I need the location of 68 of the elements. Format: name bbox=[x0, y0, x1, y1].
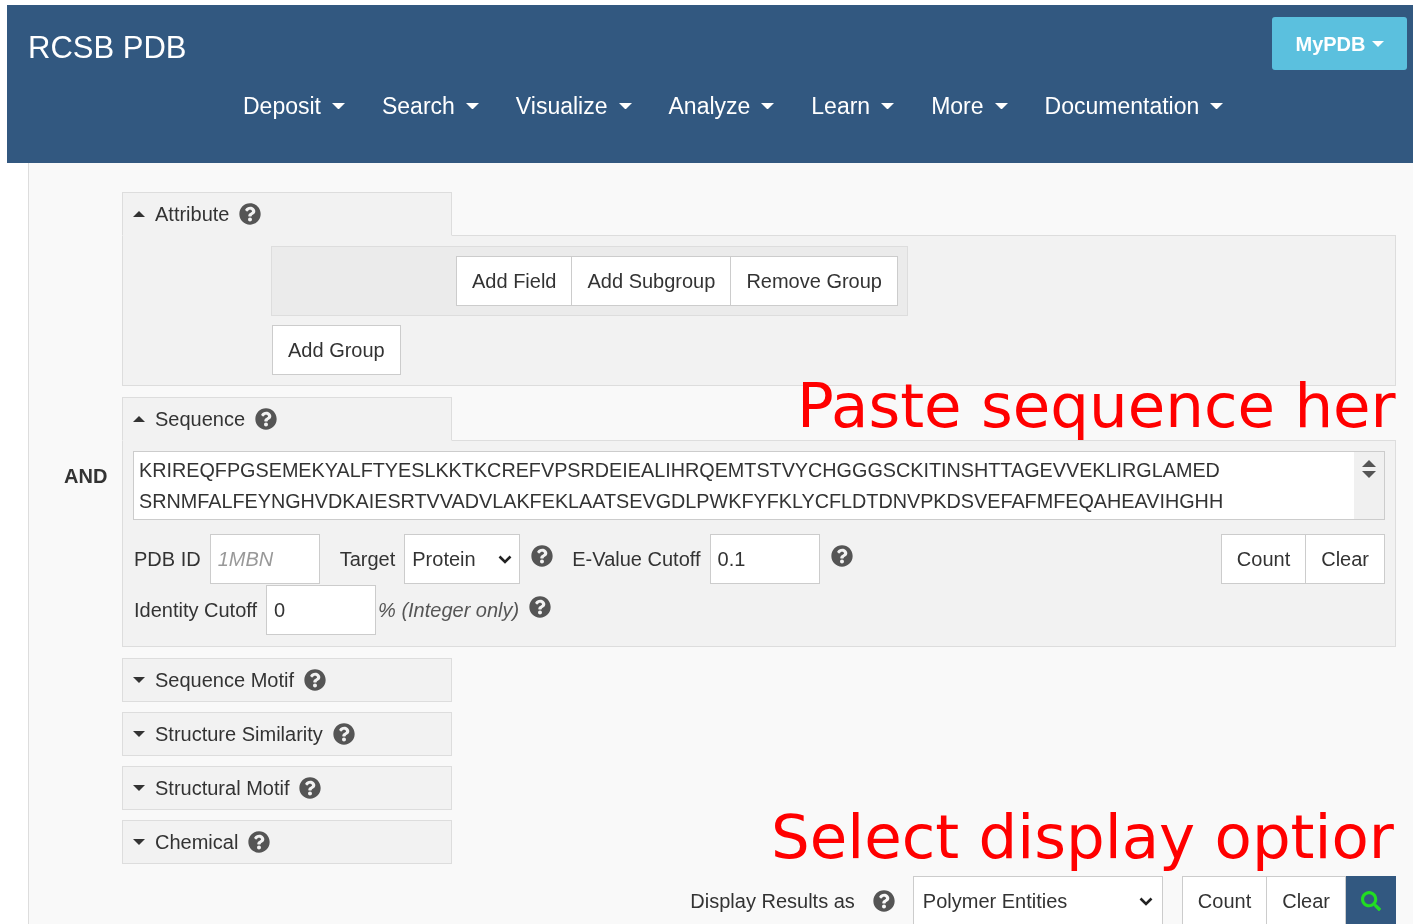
help-icon[interactable] bbox=[531, 544, 554, 567]
add-group-button[interactable]: Add Group bbox=[272, 325, 401, 375]
nav-menu-item[interactable]: Search bbox=[382, 88, 479, 123]
nav-menu-item[interactable]: Analyze bbox=[668, 88, 775, 123]
brand-logo[interactable]: RCSB PDB bbox=[28, 25, 187, 72]
group-title: Structure Similarity bbox=[155, 722, 323, 747]
group-title: Sequence Motif bbox=[155, 668, 294, 693]
nav-menu-item[interactable]: Visualize bbox=[515, 88, 632, 123]
group-title: Chemical bbox=[155, 830, 239, 855]
display-button[interactable]: Count bbox=[1181, 876, 1268, 924]
field-label: E-Value Cutoff bbox=[572, 547, 701, 572]
caret-icon bbox=[1210, 102, 1224, 109]
caret-icon bbox=[465, 102, 479, 109]
identity-field[interactable]: 0 bbox=[266, 585, 377, 635]
group-title: Structural Motif bbox=[155, 776, 290, 801]
display-button[interactable]: Clear bbox=[1266, 876, 1346, 924]
help-icon[interactable] bbox=[830, 544, 853, 567]
help-icon[interactable] bbox=[304, 669, 326, 691]
toolbar-button[interactable]: Add Field bbox=[456, 256, 573, 306]
nav-menu-item[interactable]: Learn bbox=[811, 88, 895, 123]
display-label: Display Results as bbox=[690, 889, 855, 914]
caret-icon bbox=[994, 102, 1008, 109]
group-title: Attribute bbox=[155, 202, 230, 227]
caret-icon bbox=[761, 102, 775, 109]
caret-icon bbox=[881, 102, 895, 109]
group-tab[interactable]: Structure Similarity bbox=[122, 712, 452, 756]
evalue-field[interactable]: 0.1 bbox=[709, 534, 820, 584]
help-icon[interactable] bbox=[872, 890, 895, 912]
help-icon[interactable] bbox=[248, 831, 271, 853]
caret-icon bbox=[332, 102, 345, 109]
target-select[interactable]: Protein bbox=[404, 534, 521, 584]
display-select[interactable]: Polymer Entities bbox=[912, 876, 1163, 924]
caret-icon bbox=[133, 211, 145, 217]
help-icon[interactable] bbox=[299, 777, 322, 799]
search-button[interactable] bbox=[1346, 876, 1396, 924]
group-title: Sequence bbox=[155, 407, 246, 432]
toolbar-button[interactable]: Remove Group bbox=[730, 256, 898, 306]
help-icon[interactable] bbox=[239, 203, 262, 225]
field-note: % (Integer only) bbox=[378, 598, 520, 623]
group-tab[interactable]: Attribute bbox=[122, 192, 452, 236]
group-tab[interactable]: Structural Motif bbox=[122, 766, 452, 810]
group-tab[interactable]: Sequence Motif bbox=[122, 658, 452, 702]
help-icon[interactable] bbox=[529, 595, 552, 618]
chevron-icon bbox=[1138, 896, 1153, 906]
caret-icon bbox=[133, 785, 145, 791]
caret-icon bbox=[133, 839, 145, 845]
caret-icon bbox=[618, 102, 632, 109]
help-icon[interactable] bbox=[332, 723, 355, 745]
help-icon[interactable] bbox=[255, 408, 278, 430]
field-label: Target bbox=[339, 547, 396, 572]
group-tab[interactable]: Chemical bbox=[122, 820, 452, 864]
field-label: Identity Cutoff bbox=[134, 598, 258, 623]
sequence-button[interactable]: Count bbox=[1220, 534, 1307, 584]
toolbar-button[interactable]: Add Subgroup bbox=[571, 256, 732, 306]
caret-icon bbox=[133, 416, 145, 422]
pdb-id-field[interactable]: 1MBN bbox=[209, 534, 320, 584]
search-icon bbox=[1361, 891, 1381, 911]
nav-menu-item[interactable]: Deposit bbox=[243, 88, 345, 123]
field-label: PDB ID bbox=[134, 547, 201, 572]
chevron-icon bbox=[498, 554, 513, 564]
caret-icon bbox=[1371, 40, 1384, 47]
group-tab[interactable]: Sequence bbox=[122, 397, 452, 441]
operator-label: AND bbox=[64, 464, 109, 489]
caret-icon bbox=[133, 677, 145, 683]
caret-icon bbox=[133, 731, 145, 737]
nav-menu-item[interactable]: More bbox=[931, 88, 1008, 123]
nav-menu-item[interactable]: Documentation bbox=[1044, 88, 1224, 123]
sequence-button[interactable]: Clear bbox=[1305, 534, 1385, 584]
